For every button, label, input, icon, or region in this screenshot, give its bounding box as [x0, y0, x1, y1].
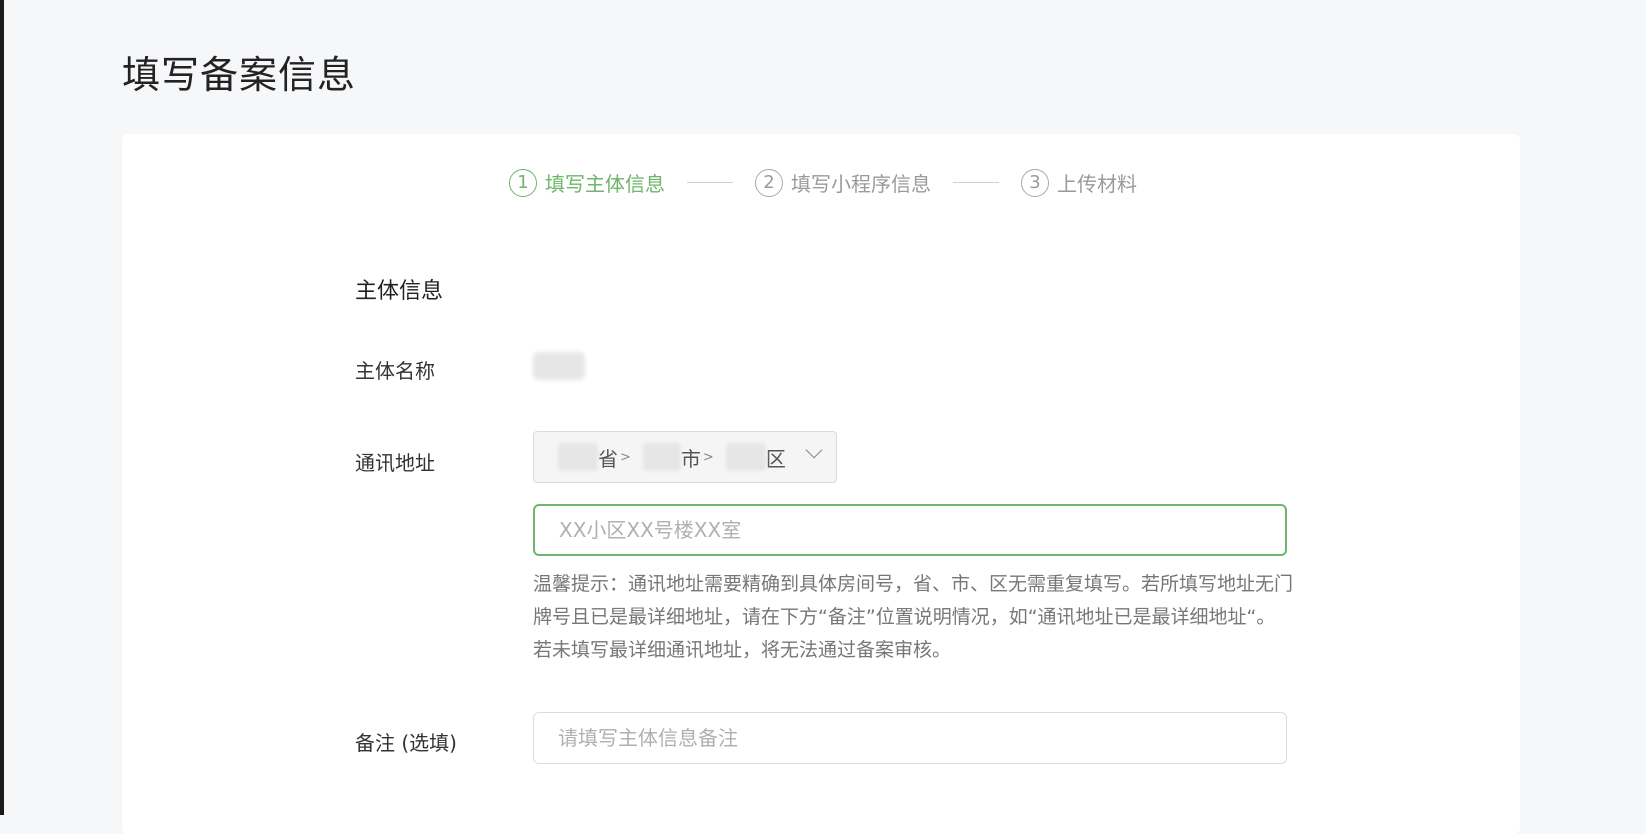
entity-name-label: 主体名称 [355, 359, 435, 383]
remark-label: 备注 (选填) [355, 731, 457, 755]
province-suffix: 省 [598, 446, 618, 471]
section-title: 主体信息 [355, 279, 444, 304]
city-redacted [642, 443, 681, 471]
chevron-right-icon: > [620, 449, 631, 465]
address-detail-input[interactable] [533, 504, 1287, 556]
region-select[interactable]: 省 > 市 > 区 [533, 431, 837, 483]
page-title: 填写备案信息 [122, 53, 357, 97]
step-3: 3 上传材料 [1021, 168, 1137, 197]
step-divider [953, 182, 999, 183]
remark-input[interactable] [533, 712, 1287, 764]
chevron-right-icon: > [702, 449, 714, 465]
city-suffix: 市 [680, 446, 701, 471]
step-2: 2 填写小程序信息 [755, 168, 931, 197]
step-divider [687, 182, 733, 183]
step-3-number: 3 [1021, 168, 1049, 197]
step-indicator: 1 填写主体信息 2 填写小程序信息 3 上传材料 [0, 168, 1646, 197]
district-redacted [725, 443, 766, 471]
province-redacted [558, 443, 598, 471]
step-2-number: 2 [755, 168, 783, 197]
entity-name-value-redacted [533, 352, 585, 380]
chevron-down-icon [805, 441, 823, 459]
address-label: 通讯地址 [355, 451, 435, 475]
step-1: 1 填写主体信息 [509, 168, 665, 197]
step-1-number: 1 [509, 168, 537, 197]
step-1-label: 填写主体信息 [545, 172, 665, 196]
step-3-label: 上传材料 [1057, 172, 1137, 196]
window-left-edge [0, 0, 4, 815]
step-2-label: 填写小程序信息 [791, 172, 931, 196]
address-hint: 温馨提示：通讯地址需要精确到具体房间号，省、市、区无需重复填写。若所填写地址无门… [533, 573, 1294, 661]
district-suffix: 区 [765, 446, 786, 471]
